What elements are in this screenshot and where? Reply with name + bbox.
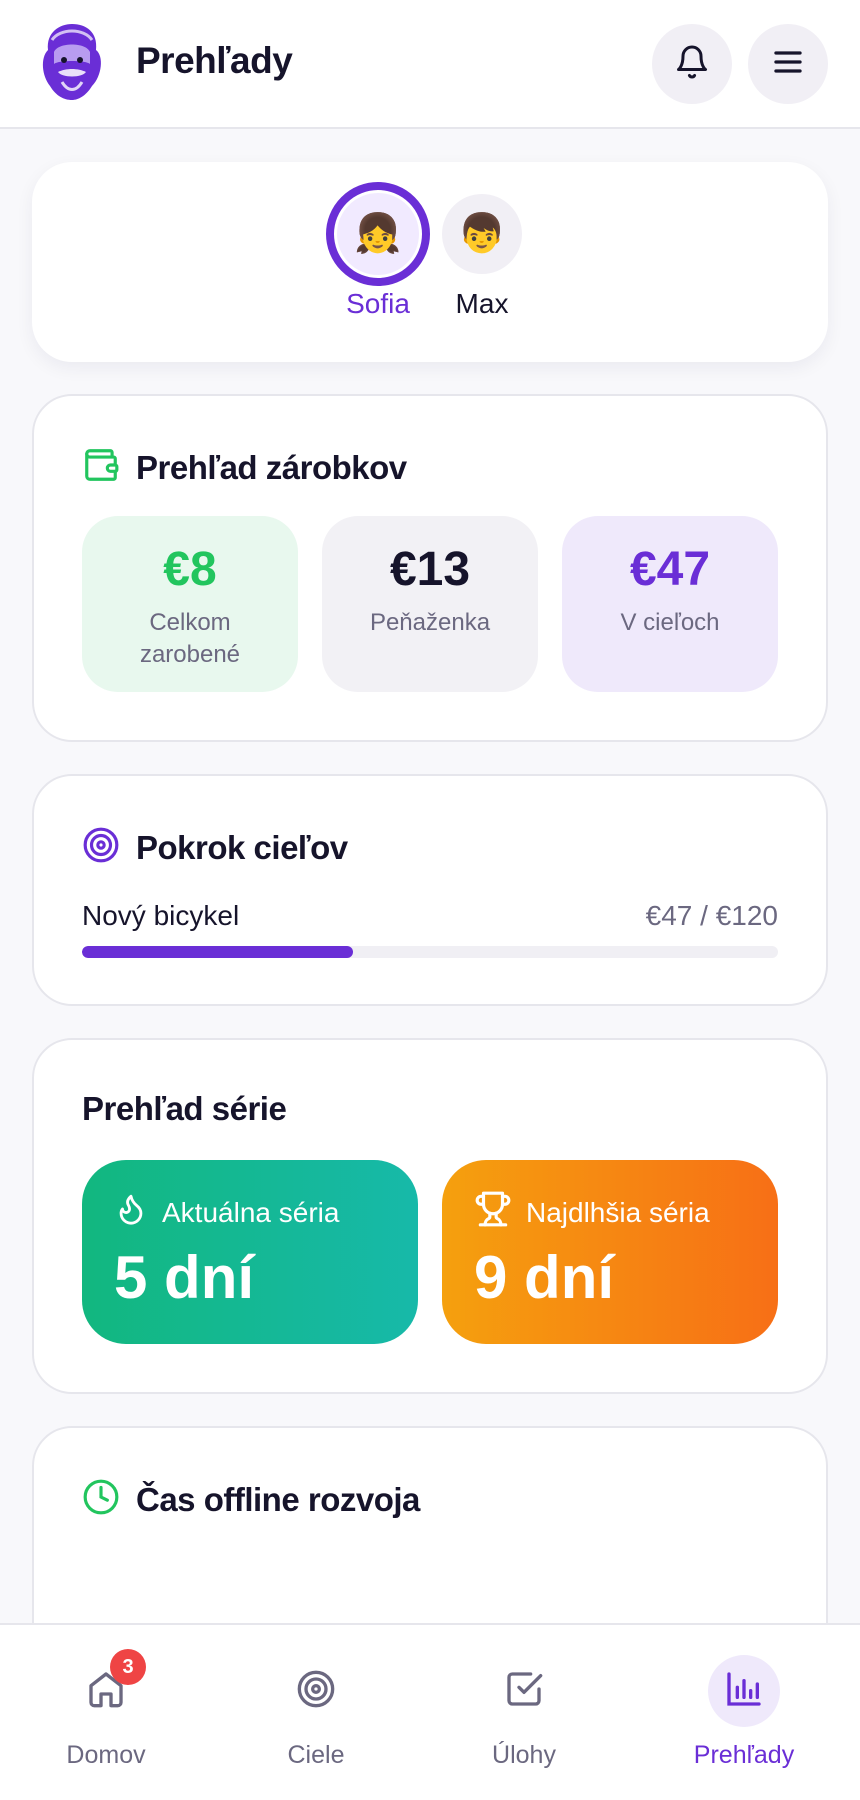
clock-icon [82, 1478, 120, 1521]
menu-button[interactable] [748, 24, 828, 104]
bar-chart-icon [724, 1669, 764, 1714]
offline-title: Čas offline rozvoja [136, 1480, 420, 1518]
profile-sofia[interactable]: 👧 Sofia [326, 182, 430, 320]
goal-progress-fill [82, 946, 354, 958]
goal-item[interactable]: Nový bicykel €47 / €120 [82, 900, 778, 932]
earnings-header: Prehľad zárobkov [82, 446, 407, 489]
trophy-icon [474, 1190, 512, 1235]
bottom-nav: 3 Domov Ciele Úlohy Prehľady [0, 1623, 860, 1800]
stat-value: €8 [163, 543, 217, 596]
profile-name: Sofia [346, 288, 410, 319]
streak-value: 5 dní [114, 1244, 255, 1311]
streak-value: 9 dní [474, 1244, 615, 1311]
goals-header: Pokrok cieľov [82, 826, 348, 869]
bell-icon [674, 43, 710, 86]
nav-label: Prehľady [693, 1741, 795, 1769]
nav-label: Úlohy [492, 1741, 556, 1769]
current-streak-tile: Aktuálna séria 5 dní [82, 1160, 418, 1344]
flame-icon [114, 1190, 148, 1235]
nav-home[interactable]: 3 Domov [16, 1649, 196, 1770]
goal-progress-bar [82, 946, 778, 958]
hamburger-menu-icon [770, 44, 806, 85]
target-icon [296, 1669, 336, 1714]
streaks-card: Prehľad série Aktuálna séria 5 dní Najdl… [32, 1038, 828, 1394]
app-header: Prehľady [0, 0, 860, 129]
streaks-title: Prehľad série [82, 1090, 287, 1127]
goal-name: Nový bicykel [82, 900, 240, 931]
stat-label: Peňaženka [369, 609, 491, 636]
avatar: 👦 [442, 194, 522, 274]
earnings-title: Prehľad zárobkov [136, 448, 407, 486]
longest-streak-tile: Najdlhšia séria 9 dní [442, 1160, 778, 1344]
goals-progress-card: Pokrok cieľov Nový bicykel €47 / €120 [32, 774, 828, 1006]
notification-badge: 3 [110, 1649, 146, 1685]
profile-selector: 👧 Sofia 👦 Max [32, 162, 828, 362]
page-title: Prehľady [136, 40, 293, 81]
streaks-header: Prehľad série [82, 1090, 287, 1128]
stat-wallet: €13 Peňaženka [322, 516, 538, 692]
profile-max[interactable]: 👦 Max [430, 194, 534, 320]
notifications-button[interactable] [652, 24, 732, 104]
stat-value: €13 [389, 543, 471, 596]
stat-in-goals: €47 V cieľoch [562, 516, 778, 692]
stat-label: V cieľoch [620, 609, 720, 636]
stat-value: €47 [629, 543, 711, 596]
avatar: 👧 [326, 182, 430, 286]
nav-goals[interactable]: Ciele [226, 1655, 406, 1770]
wallet-icon [82, 446, 120, 489]
goal-amount: €47 / €120 [645, 900, 778, 931]
nav-tasks[interactable]: Úlohy [434, 1655, 614, 1770]
streak-label: Aktuálna séria [162, 1196, 340, 1228]
target-icon [82, 826, 120, 869]
nav-label: Domov [66, 1741, 146, 1769]
streak-label: Najdlhšia séria [526, 1196, 710, 1228]
stat-total-earned: €8 Celkom zarobené [82, 516, 298, 692]
earnings-card: Prehľad zárobkov €8 Celkom zarobené €13 … [32, 394, 828, 742]
bearded-man-logo[interactable] [38, 20, 106, 102]
checkbox-icon [504, 1669, 544, 1714]
nav-insights[interactable]: Prehľady [654, 1655, 834, 1770]
nav-label: Ciele [287, 1741, 345, 1769]
stat-label: Celkom zarobené [139, 609, 241, 668]
offline-header: Čas offline rozvoja [82, 1478, 420, 1521]
goals-title: Pokrok cieľov [136, 828, 348, 866]
profile-name: Max [455, 288, 509, 319]
